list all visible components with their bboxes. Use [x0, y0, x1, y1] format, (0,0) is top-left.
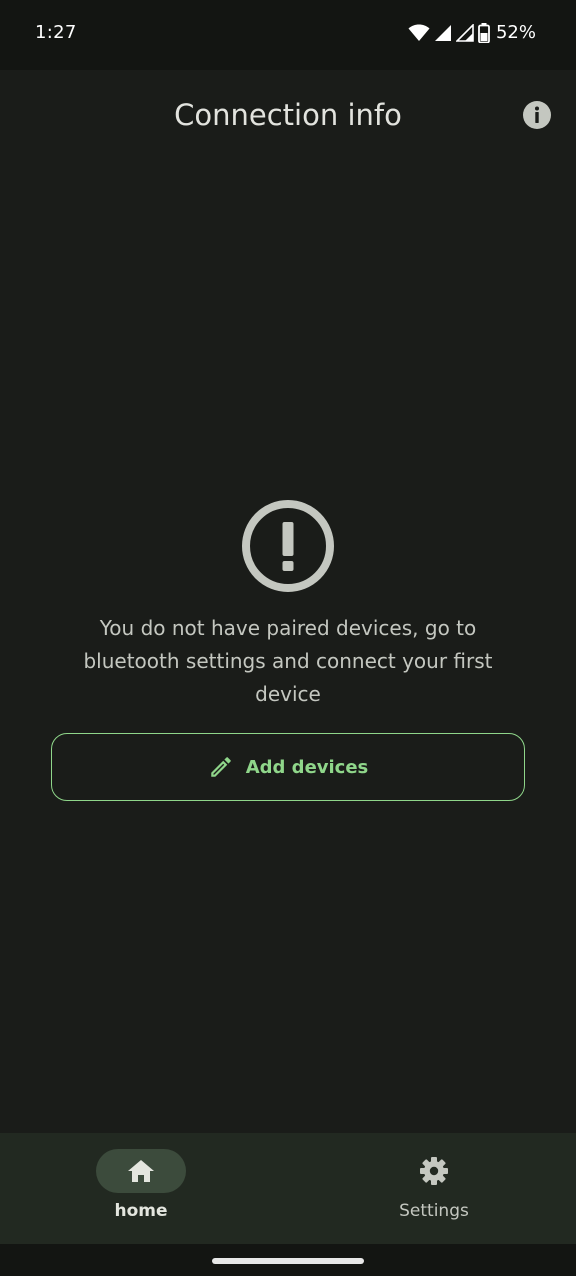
pencil-icon — [210, 757, 231, 777]
screen: 1:27 52% Connection info You do not have… — [0, 0, 576, 1276]
status-time: 1:27 — [35, 22, 77, 43]
gesture-handle[interactable] — [212, 1258, 364, 1264]
status-icons: 52% — [408, 22, 536, 43]
empty-state-message: You do not have paired devices, go to bl… — [83, 616, 493, 706]
wifi-icon — [408, 24, 430, 41]
status-bar: 1:27 52% — [0, 0, 576, 70]
nav-label-settings: Settings — [399, 1201, 469, 1221]
alert-circle-icon — [242, 500, 334, 592]
bottom-navigation: home Settings — [0, 1133, 576, 1244]
signal-icon — [455, 23, 474, 42]
nav-item-settings[interactable]: Settings — [334, 1133, 534, 1244]
nav-item-home[interactable]: home — [41, 1133, 241, 1244]
gear-icon — [420, 1157, 448, 1185]
add-devices-label: Add devices — [245, 756, 369, 778]
gesture-bar — [0, 1244, 576, 1276]
page-title: Connection info — [174, 98, 402, 132]
add-devices-button[interactable]: Add devices — [51, 733, 525, 801]
signal-icon — [434, 24, 451, 41]
info-button[interactable] — [522, 100, 552, 130]
battery-level: 52% — [495, 22, 536, 43]
nav-label-home: home — [114, 1201, 168, 1221]
battery-icon — [478, 22, 490, 43]
home-icon — [128, 1160, 154, 1182]
info-icon — [523, 101, 551, 129]
app-bar: Connection info — [0, 70, 576, 162]
